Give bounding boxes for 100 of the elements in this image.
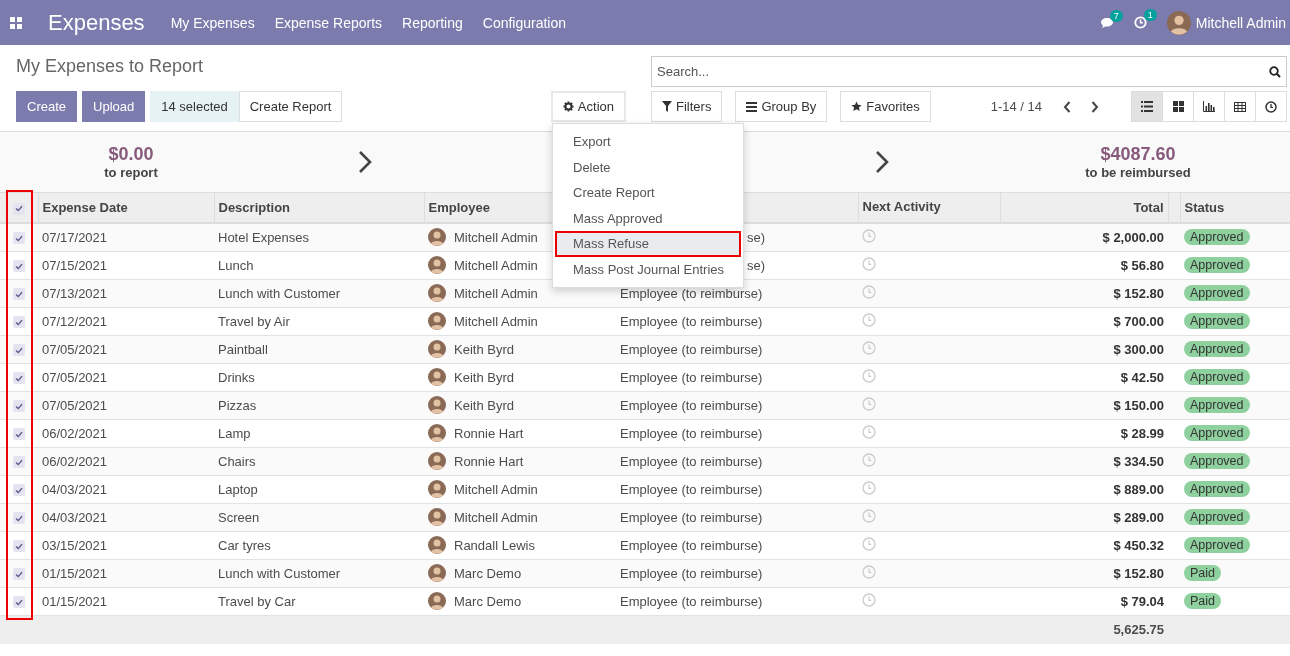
create-button[interactable]: Create [16,91,78,122]
status-badge: Paid [1184,565,1222,581]
summary-label: to report [104,165,158,180]
checkbox[interactable] [13,596,25,609]
menu-item[interactable]: Mass Refuse [555,231,741,257]
column-header[interactable]: Status [1180,193,1290,223]
clock-icon[interactable] [1133,16,1147,29]
employee-name: Keith Byrd [454,341,514,357]
column-header[interactable]: Description [214,193,424,223]
view-switch-button[interactable] [1255,91,1287,122]
menu-item[interactable]: Reporting [402,14,463,31]
chat-icon[interactable] [1099,16,1114,29]
chevron-left-icon[interactable] [1063,100,1071,113]
view-switch-button[interactable] [1193,91,1225,122]
column-header[interactable]: Next Activity [858,193,1000,223]
status-badge: Approved [1184,341,1250,357]
checkbox[interactable] [13,372,25,385]
checkbox[interactable] [13,456,25,469]
checkbox[interactable] [13,260,25,273]
checkbox[interactable] [13,400,25,413]
date-cell: 07/15/2021 [42,257,108,273]
clock-icon [1265,100,1277,113]
avatar-icon [428,284,446,302]
checkbox[interactable] [13,484,25,497]
table-icon [1234,101,1246,112]
action-button[interactable]: Action [550,91,626,122]
checkbox[interactable] [13,232,25,245]
paid-by-cell: Employee (to reimburse) [620,369,763,385]
group-by-button[interactable]: Group By [735,91,828,122]
apps-grid-icon[interactable] [10,16,22,29]
date-cell: 06/02/2021 [42,425,108,441]
checkbox[interactable] [13,344,25,357]
activity-clock-icon [862,256,876,271]
activity-clock-icon [862,284,876,299]
search-icon[interactable] [1269,66,1281,78]
date-cell: 04/03/2021 [42,481,108,497]
menu-item[interactable]: My Expenses [170,14,255,31]
checkbox[interactable] [13,540,25,553]
employee-name: Mitchell Admin [454,481,538,497]
upload-button[interactable]: Upload [82,91,146,122]
chevron-right-icon[interactable] [1091,100,1099,113]
checkbox[interactable] [13,288,25,301]
paid-by-cell: Employee (to reimburse) [620,453,763,469]
paid-by-cell: se) [747,229,766,245]
menu-item[interactable]: Mass Approved [553,205,743,231]
kanban-view-icon [1172,101,1184,112]
checkbox[interactable] [13,512,25,525]
paid-by-cell: Employee (to reimburse) [620,397,763,413]
description-cell: Lunch [218,257,254,273]
avatar-icon [428,396,446,414]
description-cell: Car tyres [218,537,271,553]
status-badge: Approved [1184,313,1250,329]
view-switch-button[interactable] [1224,91,1256,122]
search-field[interactable]: Search... [651,56,1287,87]
menu-item[interactable]: Create Report [553,180,743,206]
menu-item[interactable]: Mass Post Journal Entries [553,256,743,282]
employee-name: Randall Lewis [454,537,535,553]
total-cell: $ 150.00 [1113,397,1164,413]
avatar-icon [428,368,446,386]
menu-item[interactable]: Expense Reports [274,14,383,31]
total-cell: $ 889.00 [1113,481,1164,497]
date-cell: 07/13/2021 [42,285,108,301]
menu-item[interactable]: Export [553,129,743,155]
checkbox[interactable] [12,202,25,215]
checkbox[interactable] [13,428,25,441]
paid-by-cell: se) [747,257,766,273]
date-cell: 04/03/2021 [42,509,108,525]
status-badge: Approved [1184,397,1250,413]
menu-item[interactable]: Configuration [482,14,567,31]
employee-name: Mitchell Admin [454,257,538,273]
gear-icon [562,101,574,112]
summary-label: to be reimbursed [1085,165,1191,180]
description-cell: Hotel Expenses [218,229,310,245]
user-avatar-icon[interactable] [1166,10,1191,35]
activity-clock-icon [862,508,876,523]
activity-clock-icon [862,424,876,439]
favorites-button[interactable]: Favorites [840,91,931,122]
filters-button[interactable]: Filters [651,91,723,122]
view-switch-button[interactable] [1131,91,1163,122]
total-cell: $ 42.50 [1120,369,1164,385]
paid-by-cell: Employee (to reimburse) [620,565,763,581]
checkbox[interactable] [13,568,25,581]
activity-clock-icon [862,228,876,243]
view-switch-button[interactable] [1162,91,1194,122]
column-header[interactable]: Total [1000,193,1168,223]
activity-clock-icon [862,480,876,495]
total-cell: $ 56.80 [1120,257,1164,273]
description-cell: Pizzas [218,397,257,413]
create-report-button[interactable]: Create Report [238,91,343,122]
avatar-icon [428,592,446,610]
total-cell: $ 300.00 [1113,341,1164,357]
employee-name: Keith Byrd [454,369,514,385]
user-name[interactable]: Mitchell Admin [1195,14,1286,31]
activity-clock-icon [862,536,876,551]
column-header[interactable]: Expense Date [38,193,214,223]
status-badge: Approved [1184,369,1250,385]
checkbox[interactable] [13,316,25,329]
menu-item[interactable]: Delete [553,154,743,180]
status-badge: Approved [1184,285,1250,301]
total-cell: $ 2,000.00 [1102,229,1164,245]
